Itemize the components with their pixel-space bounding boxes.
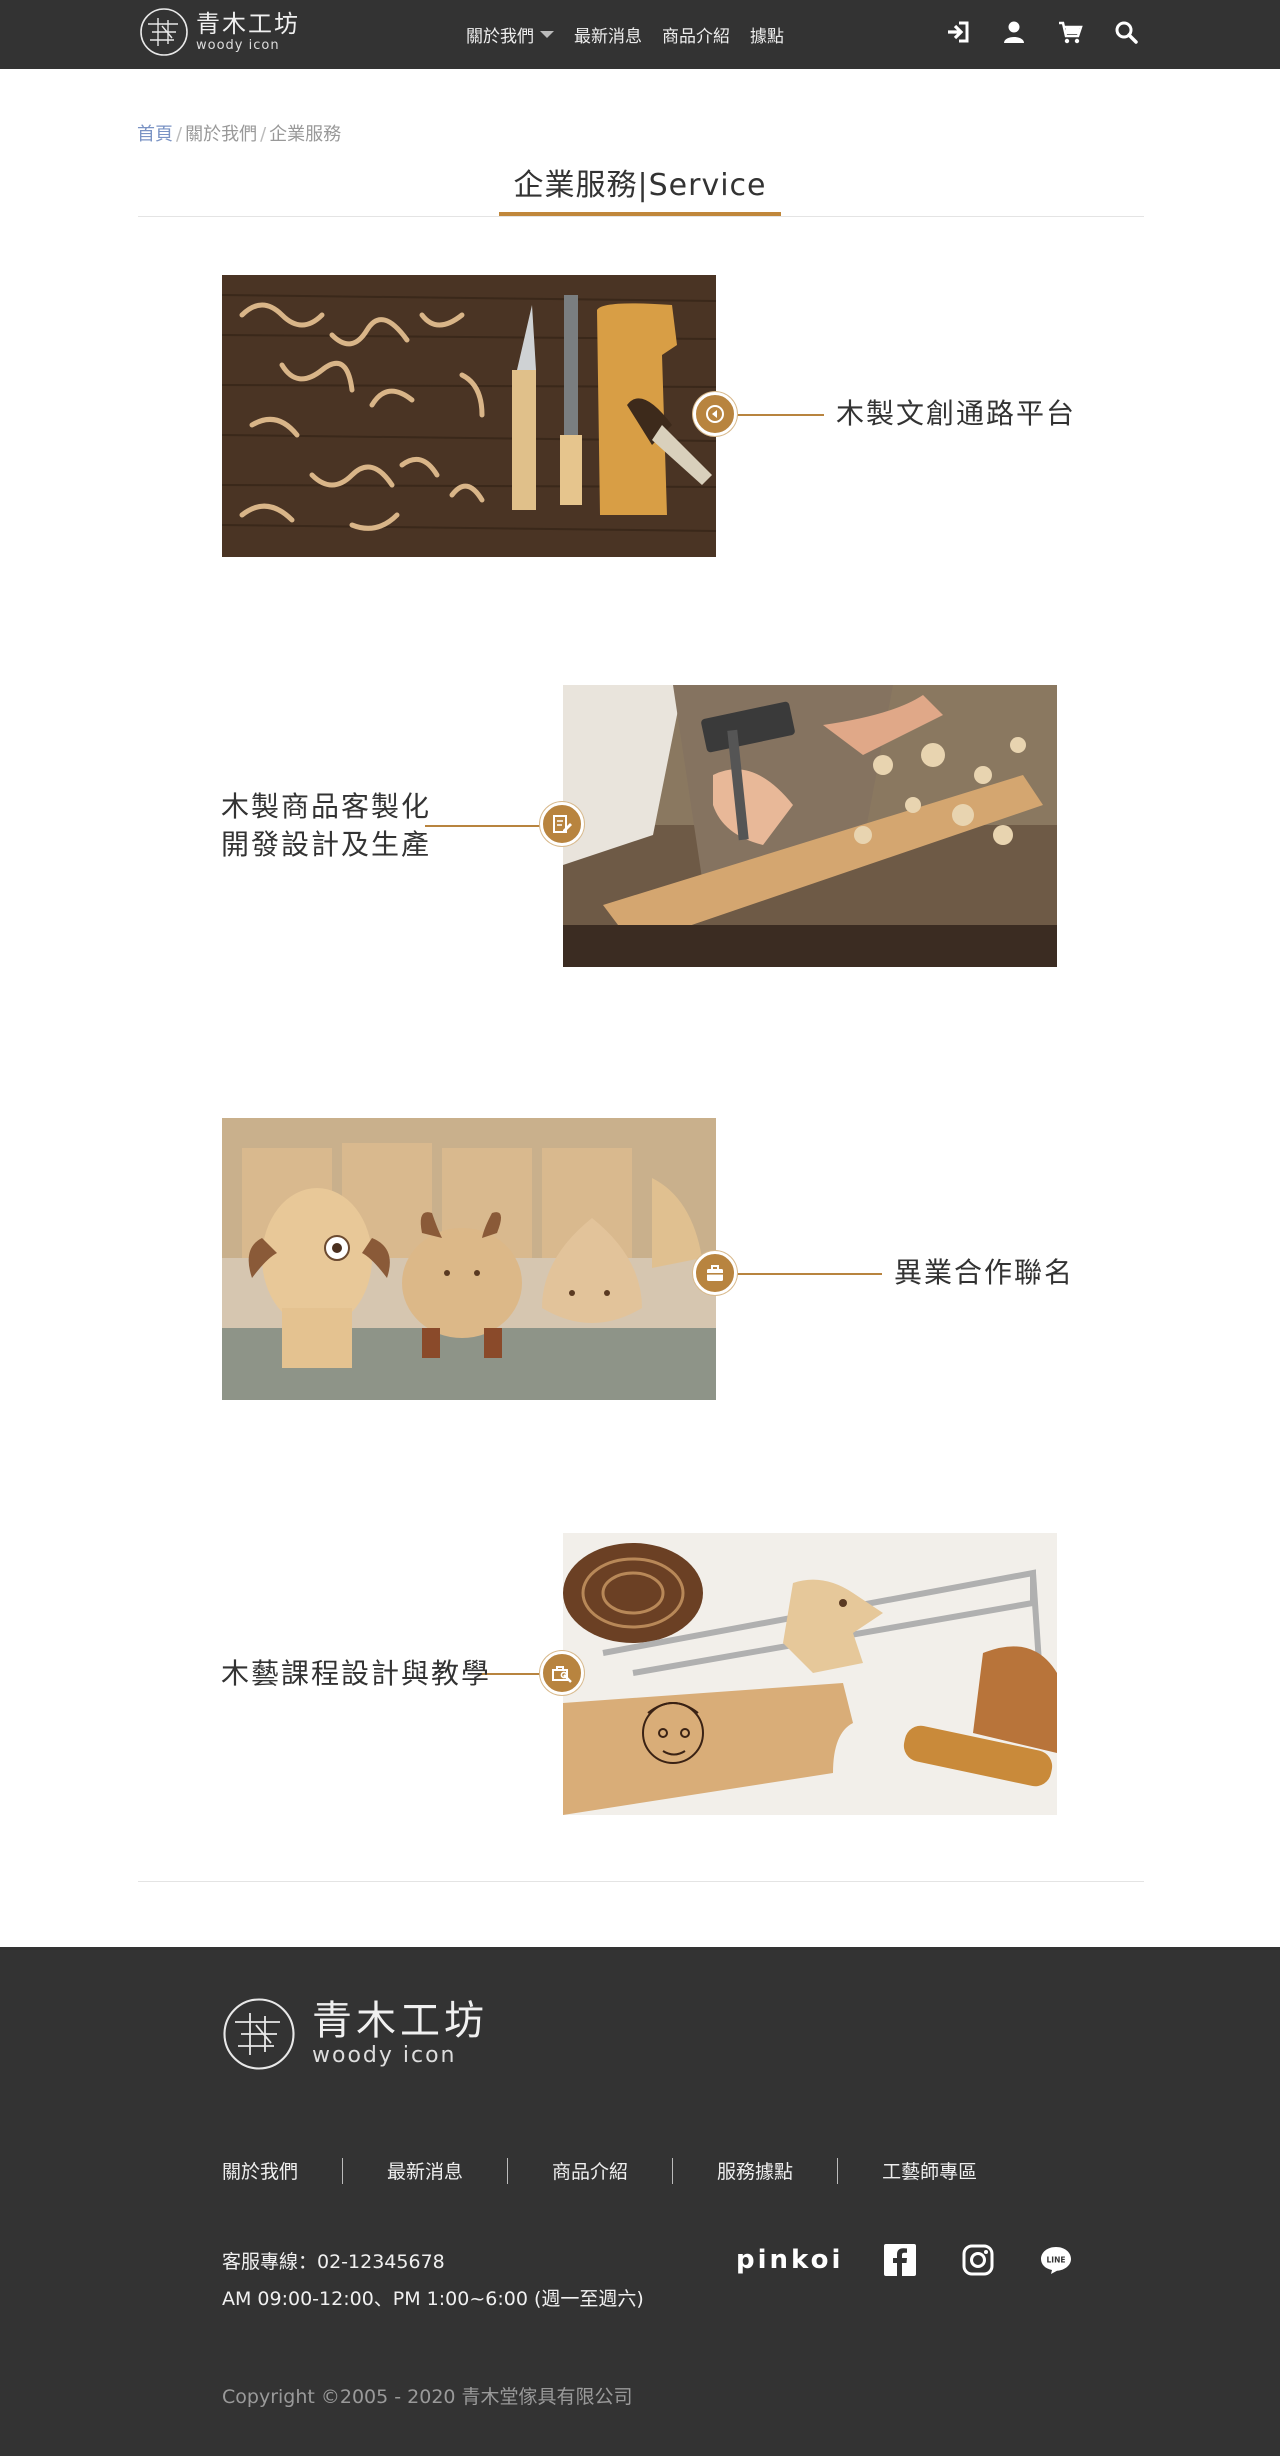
pinkoi-link[interactable]: pinkoi (736, 2245, 843, 2275)
footer-link-divider (837, 2157, 839, 2184)
footer-link-about[interactable]: 關於我們 (222, 2157, 298, 2184)
service-badge (693, 392, 737, 436)
service-connector-line (716, 1273, 882, 1275)
instagram-icon[interactable] (961, 2243, 995, 2277)
business-hours: AM 09:00-12:00、PM 1:00~6:00 (週一至週六) (222, 2288, 644, 2310)
toolbox-icon (552, 1666, 572, 1683)
main-nav: 關於我們 最新消息 商品介紹 據點 (466, 22, 784, 47)
service-label: 木製文創通路平台 (836, 395, 1076, 433)
logo-english-name: woody icon (196, 38, 280, 53)
nav-item-about[interactable]: 關於我們 (466, 22, 554, 47)
service-badge (540, 1651, 584, 1695)
user-icon[interactable] (1000, 18, 1028, 46)
breadcrumb-about[interactable]: 關於我們 (185, 124, 257, 145)
nav-item-label: 最新消息 (574, 27, 642, 47)
logo-english-name: woody icon (312, 2043, 457, 2068)
customer-service-phone: 客服專線：02-12345678 (222, 2251, 445, 2273)
nav-item-locations[interactable]: 據點 (750, 22, 784, 47)
social-links: pinkoi LINE (736, 2243, 1073, 2277)
breadcrumb-separator: / (260, 124, 267, 145)
footer-links: 關於我們 最新消息 商品介紹 服務據點 工藝師專區 (222, 2157, 977, 2184)
search-icon[interactable] (1112, 18, 1140, 46)
logo-mark-icon (223, 1998, 295, 2070)
footer-link-products[interactable]: 商品介紹 (552, 2157, 628, 2184)
service-label-line: 木製商品客製化 (221, 790, 432, 823)
service-label: 異業合作聯名 (894, 1254, 1074, 1292)
service-badge (540, 802, 584, 846)
breadcrumb-home[interactable]: 首頁 (137, 124, 173, 145)
nav-item-products[interactable]: 商品介紹 (662, 22, 730, 47)
breadcrumb-current: 企業服務 (269, 124, 342, 145)
service-label-line: 異業合作聯名 (894, 1256, 1075, 1289)
facebook-icon[interactable] (883, 2243, 917, 2277)
service-badge (693, 1251, 737, 1295)
nav-item-label: 關於我們 (466, 27, 534, 47)
copyright: Copyright ©2005 - 2020 青木堂傢具有限公司 (222, 2386, 633, 2408)
nav-item-label: 據點 (750, 27, 784, 47)
login-icon[interactable] (944, 18, 972, 46)
briefcase-icon (707, 1265, 723, 1281)
nav-item-news[interactable]: 最新消息 (574, 22, 642, 47)
header-actions (944, 18, 1140, 46)
service-image-fret-saw (563, 1533, 1057, 1815)
line-icon[interactable]: LINE (1039, 2243, 1073, 2277)
service-label-line: 木藝課程設計與教學 (221, 1657, 492, 1690)
service-image-hammer (563, 685, 1057, 967)
divider (138, 1881, 1144, 1882)
service-label-line: 開發設計及生產 (221, 828, 432, 861)
breadcrumb: 首頁 / 關於我們 / 企業服務 (137, 120, 341, 146)
service-label-line: 木製文創通路平台 (836, 397, 1077, 430)
page-title: 企業服務|Service (513, 168, 767, 203)
footer-link-divider (507, 2157, 509, 2184)
service-label: 木製商品客製化 開發設計及生產 (221, 788, 431, 864)
logo-chinese-name: 青木工坊 (312, 1998, 488, 2044)
site-header: 青木工坊 woody icon 關於我們 最新消息 商品介紹 據點 (0, 0, 1280, 69)
footer-logo[interactable]: 青木工坊 woody icon (220, 1995, 488, 2073)
service-image-wooden-characters (222, 1118, 716, 1400)
logo-mark-icon (140, 8, 188, 56)
service-label: 木藝課程設計與教學 (221, 1655, 491, 1693)
chevron-down-icon (540, 31, 554, 38)
divider (138, 216, 1144, 217)
site-logo[interactable]: 青木工坊 woody icon (138, 6, 300, 58)
svg-text:LINE: LINE (1047, 2256, 1066, 2265)
service-image-wood-shavings (222, 275, 716, 557)
footer-link-divider (342, 2157, 344, 2184)
footer-link-news[interactable]: 最新消息 (387, 2157, 463, 2184)
arrow-circle-icon (706, 405, 724, 423)
breadcrumb-separator: / (176, 124, 183, 145)
footer-link-craftsmen[interactable]: 工藝師專區 (882, 2157, 977, 2184)
footer-link-divider (672, 2157, 674, 2184)
edit-document-icon (553, 815, 572, 833)
footer-link-locations[interactable]: 服務據點 (717, 2157, 793, 2184)
logo-chinese-name: 青木工坊 (196, 10, 300, 38)
nav-item-label: 商品介紹 (662, 27, 730, 47)
site-footer: 青木工坊 woody icon 關於我們 最新消息 商品介紹 服務據點 工藝師專… (0, 1947, 1280, 2456)
cart-icon[interactable] (1056, 18, 1084, 46)
